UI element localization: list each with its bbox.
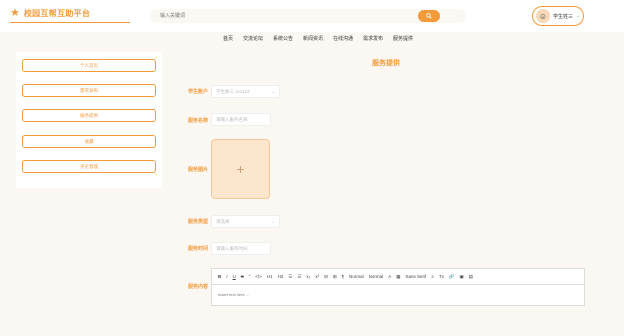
logo-underline — [10, 22, 130, 23]
service-content-label: 服务内容 — [188, 284, 209, 290]
direction-button[interactable]: ¶ — [342, 274, 344, 279]
chevron-down-icon: ⌄ — [576, 13, 581, 19]
editor-body[interactable]: Insert text here ... — [218, 292, 249, 297]
header-select[interactable]: Normal — [369, 274, 384, 279]
link-icon[interactable]: 🔗 — [449, 274, 455, 280]
star-icon: ★ — [10, 7, 20, 19]
logo-text: 校园互帮互助平台 — [23, 9, 91, 18]
student-account-label: 学生账户 — [188, 89, 209, 95]
service-time-label: 服务时间 — [188, 246, 209, 252]
superscript-button[interactable]: x² — [315, 274, 319, 279]
service-type-placeholder: 请选择 — [216, 219, 230, 224]
page-title: 服务提供 — [372, 60, 400, 67]
service-name-label: 服务名称 — [188, 118, 209, 124]
chevron-down-icon: ⌄ — [271, 219, 275, 224]
service-name-placeholder: 请输入服务名称 — [216, 117, 248, 122]
nav-chat[interactable]: 在线沟通 — [333, 32, 353, 46]
h1-button[interactable]: H1 — [267, 274, 273, 279]
video-icon[interactable]: ▤ — [469, 274, 473, 280]
strike-button[interactable]: S — [241, 274, 244, 279]
nav-demand-post[interactable]: 需求发布 — [363, 32, 383, 46]
plus-icon: + — [236, 161, 245, 177]
service-image-label: 服务图片 — [188, 167, 209, 173]
service-time-placeholder: 请输入服务时间 — [216, 246, 248, 251]
student-account-select[interactable]: 学生账三 sss123 ⌄ — [211, 85, 280, 98]
editor-toolbar: B I U S ” </> H1 H2 ☰ ☰ x₂ x² ⊟ ⊞ ¶ Norm… — [212, 269, 584, 285]
search-button[interactable] — [418, 10, 440, 22]
nav-forum[interactable]: 交流论坛 — [243, 32, 263, 46]
avatar: ☺ — [536, 9, 550, 23]
sidebar-item-personal[interactable]: 个人首页 — [22, 59, 156, 72]
underline-button[interactable]: U — [233, 274, 236, 279]
nav-home[interactable]: 首页 — [223, 32, 233, 46]
chevron-down-icon: ⌄ — [271, 89, 275, 94]
search-input[interactable] — [160, 11, 410, 21]
user-name: 学生姓三 — [553, 13, 574, 20]
search-icon — [426, 13, 432, 19]
align-button[interactable]: ≡ — [431, 274, 434, 279]
italic-button[interactable]: I — [226, 274, 227, 279]
student-account-value: 学生账三 sss123 — [216, 89, 250, 94]
service-name-input[interactable]: 请输入服务名称 — [211, 113, 271, 126]
outdent-button[interactable]: ⊟ — [324, 274, 328, 280]
h2-button[interactable]: H2 — [278, 274, 284, 279]
main-nav: 首页 交流论坛 系统公告 新闻资讯 在线沟通 需求发布 服务提供 — [0, 32, 624, 46]
clear-format-button[interactable]: Tx — [439, 274, 444, 279]
sidebar-item-comments[interactable]: 评论管理 — [22, 160, 156, 173]
ordered-list-button[interactable]: ☰ — [288, 274, 292, 280]
user-menu[interactable]: ☺ 学生姓三 ⌄ — [532, 6, 584, 26]
service-time-input[interactable]: 请输入服务时间 — [211, 242, 271, 255]
font-select[interactable]: Sans Serif — [405, 274, 426, 279]
image-icon[interactable]: ▣ — [459, 274, 463, 280]
image-upload[interactable]: + — [211, 139, 270, 199]
nav-service-provide[interactable]: 服务提供 — [393, 32, 413, 46]
sidebar-item-service[interactable]: 服务提供 — [22, 109, 156, 122]
nav-news[interactable]: 新闻资讯 — [303, 32, 323, 46]
sidebar: 个人首页 需求发布 服务提供 收藏 评论管理 — [16, 52, 162, 188]
service-type-select[interactable]: 请选择 ⌄ — [211, 215, 280, 228]
rich-text-editor: B I U S ” </> H1 H2 ☰ ☰ x₂ x² ⊟ ⊞ ¶ Norm… — [211, 268, 585, 306]
bullet-list-button[interactable]: ☰ — [297, 274, 301, 280]
logo[interactable]: ★ 校园互帮互助平台 — [10, 8, 90, 19]
size-select[interactable]: Normal — [349, 274, 364, 279]
sidebar-item-demand[interactable]: 需求发布 — [22, 84, 156, 97]
bold-button[interactable]: B — [218, 274, 221, 279]
service-type-label: 服务类型 — [188, 219, 209, 225]
top-bar: ★ 校园互帮互助平台 ☺ 学生姓三 ⌄ — [0, 0, 624, 32]
subscript-button[interactable]: x₂ — [306, 274, 310, 279]
quote-button[interactable]: ” — [249, 274, 251, 279]
sidebar-item-favorites[interactable]: 收藏 — [22, 135, 156, 148]
text-color-button[interactable]: A — [388, 274, 391, 279]
code-button[interactable]: </> — [255, 274, 262, 279]
background-color-button[interactable]: ▦ — [396, 274, 400, 280]
indent-button[interactable]: ⊞ — [333, 274, 337, 280]
nav-announcements[interactable]: 系统公告 — [273, 32, 293, 46]
